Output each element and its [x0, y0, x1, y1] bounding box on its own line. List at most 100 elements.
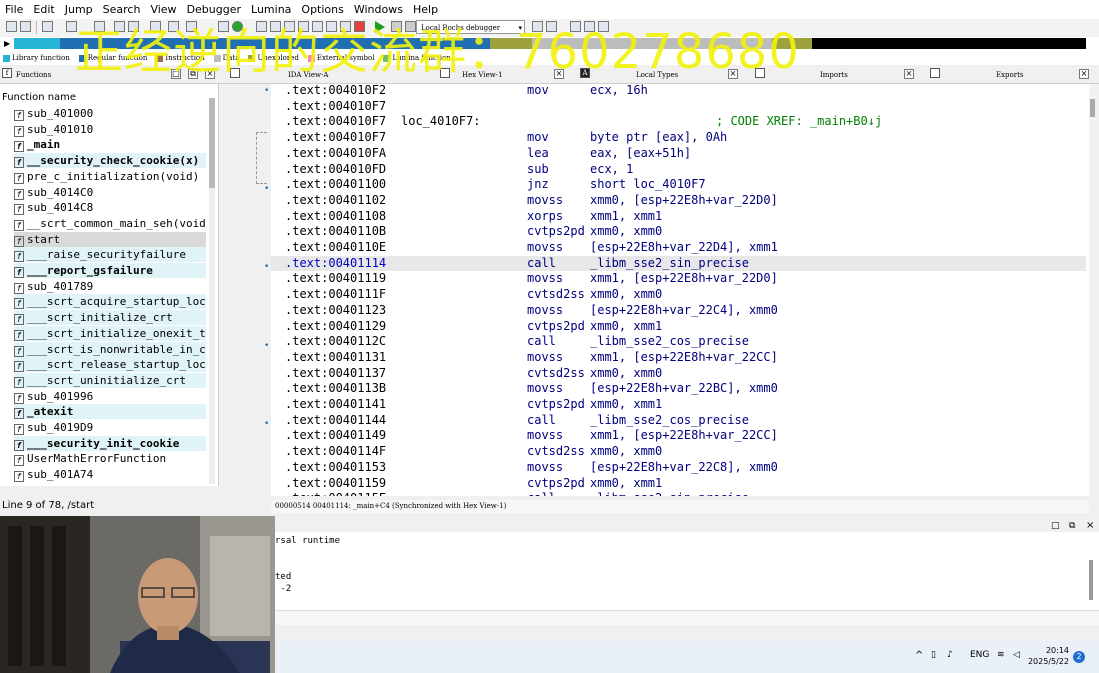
disassembly-line[interactable]: .text:0040115E call _libm_sse2_sin_precise	[271, 491, 1086, 496]
close-icon[interactable]: ×	[904, 69, 914, 79]
tab-functions[interactable]: Functions	[16, 68, 51, 82]
line-address: .text:00401129	[285, 318, 387, 333]
disassembly-line[interactable]: .text:00401102 movss xmm0, [esp+22E8h+var_…	[271, 193, 1086, 209]
menu-item[interactable]: Jump	[60, 0, 98, 19]
function-icon: f	[14, 392, 24, 404]
menu-item[interactable]: Edit	[28, 0, 59, 19]
disassembly-line[interactable]: .text:0040113B movss [esp+22E8h+var_22BC],…	[271, 381, 1086, 397]
close-icon[interactable]: ×	[1079, 69, 1089, 79]
scrollbar-thumb[interactable]	[1090, 99, 1095, 117]
disassembly-line[interactable]: .text:004010F2 mov ecx, 16h	[271, 84, 1086, 99]
webcam-video	[0, 516, 275, 673]
disassembly-line[interactable]: .text:00401100 jnz short loc_4010F7	[271, 177, 1086, 193]
line-mnemonic: movss	[527, 192, 564, 207]
close-icon[interactable]: ×	[1086, 520, 1094, 531]
language-indicator[interactable]: ENG	[970, 650, 989, 660]
menu-item[interactable]: Lumina	[246, 0, 296, 19]
chevron-up-icon[interactable]: ^	[915, 650, 923, 661]
function-list-item[interactable]: f___scrt_initialize_onexit_table	[14, 325, 206, 341]
output-scrollbar[interactable]	[1089, 560, 1093, 600]
disassembly-line[interactable]: .text:00401153 movss [esp+22E8h+var_22C8],…	[271, 460, 1086, 476]
save-icon[interactable]	[20, 21, 31, 32]
disassembly-line[interactable]: .text:00401123 movss [esp+22E8h+var_22C4],…	[271, 303, 1086, 319]
disassembly-line[interactable]: .text:0040114F cvtsd2ss xmm0, xmm0	[271, 444, 1086, 460]
line-operands: xmm0, xmm1	[590, 475, 663, 490]
menu-item[interactable]: Debugger	[182, 0, 246, 19]
disassembly-line[interactable]: .text:00401129 cvtps2pd xmm0, xmm1	[271, 319, 1086, 335]
function-icon: f	[14, 204, 24, 216]
disassembly-line[interactable]: .text:00401159 cvtps2pd xmm0, xmm1	[271, 476, 1086, 492]
volume-icon[interactable]: ◁	[1013, 650, 1020, 660]
microphone-icon[interactable]: ♪	[947, 650, 953, 660]
function-list-item[interactable]: f___scrt_is_nonwritable_in_current_image	[14, 341, 206, 357]
scrollbar-thumb[interactable]	[209, 98, 215, 188]
notification-badge[interactable]: 2	[1073, 651, 1085, 663]
function-list-item[interactable]: f sub_401789	[14, 279, 206, 294]
function-list-item[interactable]: f __security_check_cookie(x)	[14, 153, 206, 169]
function-list-item[interactable]: f start	[14, 231, 206, 247]
disassembly-line[interactable]: .text:0040111F cvtsd2ss xmm0, xmm0	[271, 287, 1086, 303]
disassembly-line[interactable]: .text:0040110B cvtps2pd xmm0, xmm0	[271, 224, 1086, 240]
line-mnemonic: xorps	[527, 208, 564, 223]
function-list-item[interactable]: f sub_4014C0	[14, 185, 206, 200]
line-mnemonic: cvtsd2ss	[527, 287, 585, 302]
disassembly-line[interactable]: .text:00401149 movss xmm1, [esp+22E8h+var_…	[271, 428, 1086, 444]
function-list-item[interactable]: f ___report_gsfailure	[14, 263, 206, 278]
disassembly-line[interactable]: .text:0040110E movss [esp+22E8h+var_22D4],…	[271, 240, 1086, 256]
disassembly-line[interactable]: .text:004010FA lea eax, [eax+51h]	[271, 146, 1086, 162]
line-address: .text:00401137	[285, 365, 387, 380]
disassembly-line[interactable]: .text:004010F7 mov byte ptr [eax], 0Ah	[271, 130, 1086, 146]
function-list-item[interactable]: f sub_401010	[14, 122, 206, 137]
wifi-icon[interactable]: ≋	[997, 650, 1005, 660]
function-list-item[interactable]: f ___scrt_initialize_crt	[14, 310, 206, 326]
restore-icon[interactable]: □	[1051, 521, 1060, 531]
menu-item[interactable]: Search	[98, 0, 146, 19]
disassembly-line[interactable]: .text:0040112C call _libm_sse2_cos_precise	[271, 334, 1086, 350]
function-list-item[interactable]: f pre_c_initialization(void)	[14, 169, 206, 184]
disassembly-line[interactable]: .text:004010F7	[271, 99, 1086, 115]
function-name-header[interactable]: Function name	[2, 92, 76, 103]
function-list-item[interactable]: f __scrt_common_main_seh(void)	[14, 216, 206, 231]
disassembly-line[interactable]: .text:00401141 cvtps2pd xmm0, xmm1	[271, 397, 1086, 413]
disassembly-line[interactable]: .text:00401114 call _libm_sse2_sin_precise	[271, 255, 1086, 272]
function-list-item[interactable]: f sub_4014C8	[14, 200, 206, 216]
disassembly-line[interactable]: .text:004010FD sub ecx, 1	[271, 162, 1086, 178]
function-list-item[interactable]: f sub_401A74	[14, 467, 206, 483]
function-list-item[interactable]: f sub_401000	[14, 106, 206, 121]
function-list-item[interactable]: f ___scrt_uninitialize_crt	[14, 372, 206, 388]
function-list-item[interactable]: f _atexit	[14, 404, 206, 420]
menu-item[interactable]: View	[145, 0, 181, 19]
disassembly-line[interactable]: .text:00401137 cvtsd2ss xmm0, xmm0	[271, 366, 1086, 382]
disassembly-line[interactable]: .text:00401131 movss xmm1, [esp+22E8h+var_…	[271, 350, 1086, 366]
disassembly-view[interactable]: .text:004010F2 mov ecx, 16h .text:004010F7.…	[271, 84, 1089, 496]
tab-imports[interactable]: Imports	[820, 68, 848, 82]
function-list-item[interactable]: f _main	[14, 137, 206, 153]
menu-item[interactable]: File	[0, 0, 28, 19]
function-list-item[interactable]: f ___raise_securityfailure	[14, 247, 206, 263]
function-list-item[interactable]: f ___security_init_cookie	[14, 435, 206, 451]
function-list-item[interactable]: f sub_4019D9	[14, 420, 206, 435]
function-icon: f	[14, 282, 24, 294]
disassembly-line[interactable]: .text:00401108 xorps xmm1, xmm1	[271, 209, 1086, 225]
disassembly-scrollbar[interactable]	[1089, 84, 1097, 496]
open-icon[interactable]	[6, 21, 17, 32]
menu-item[interactable]: Windows	[349, 0, 408, 19]
function-list-item[interactable]: f ___scrt_release_startup_lock	[14, 357, 206, 373]
function-list-item[interactable]: f sub_401996	[14, 389, 206, 404]
command-bar[interactable]	[275, 610, 1099, 625]
function-list-item[interactable]: f ___scrt_acquire_startup_lock	[14, 294, 206, 310]
function-list-item[interactable]: f UserMathErrorFunction	[14, 451, 206, 467]
disassembly-line[interactable]: .text:00401144 call _libm_sse2_cos_precise	[271, 413, 1086, 429]
function-icon: f	[14, 141, 24, 153]
functions-scrollbar[interactable]	[209, 98, 215, 484]
menu-item[interactable]: Help	[408, 0, 443, 19]
float-icon[interactable]: ⧉	[1069, 521, 1075, 531]
disassembly-line[interactable]: .text:00401119 movss xmm1, [esp+22E8h+var_…	[271, 271, 1086, 287]
tab-exports[interactable]: Exports	[996, 68, 1024, 82]
battery-icon[interactable]: ▯	[931, 650, 936, 660]
disassembly-line[interactable]: .text:004010F7 loc_4010F7: ; CODE XREF: _m…	[271, 114, 1086, 130]
back-icon[interactable]	[42, 21, 53, 32]
menu-item[interactable]: Options	[296, 0, 348, 19]
clock[interactable]: 20:14 2025/5/22	[1028, 645, 1069, 667]
nav-left-arrow-icon[interactable]: ▶	[4, 39, 10, 48]
